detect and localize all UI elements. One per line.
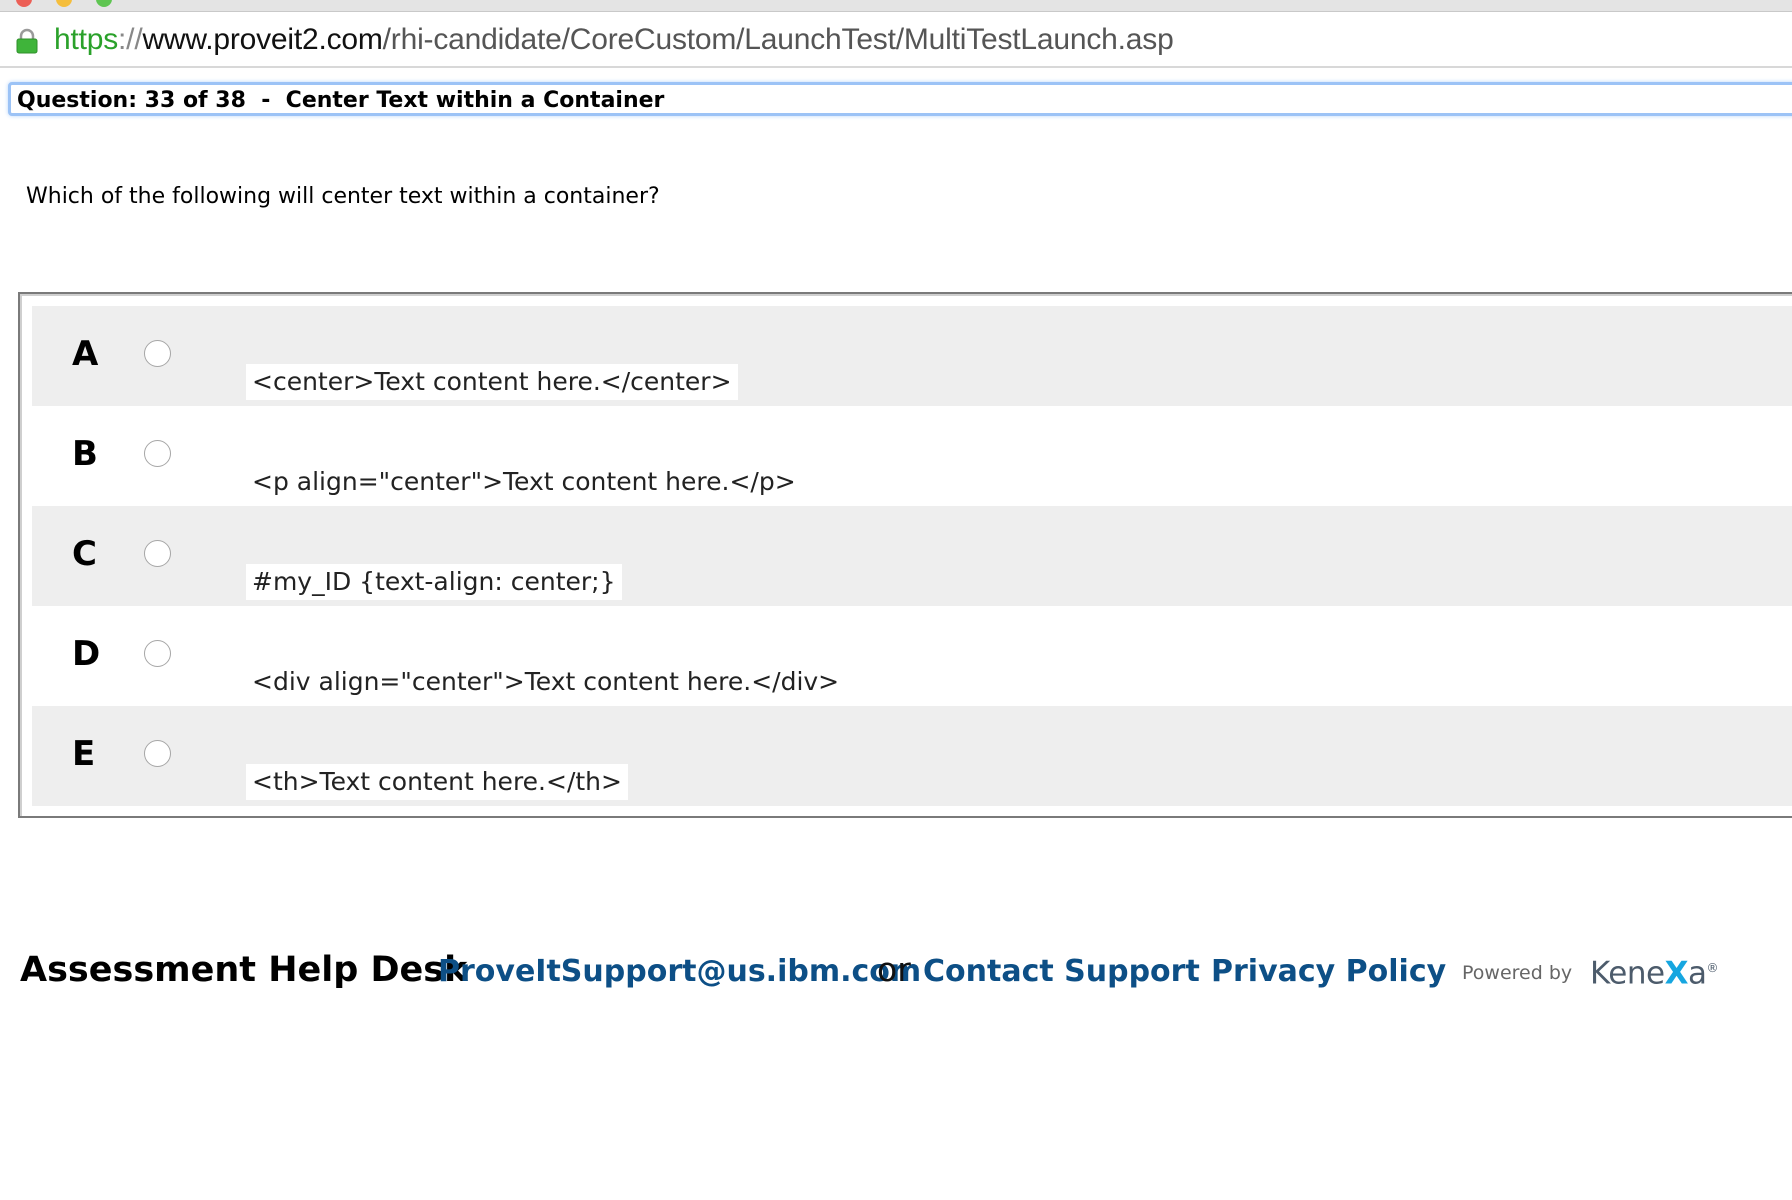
- option-b-radio[interactable]: [144, 440, 171, 467]
- lock-icon: [16, 28, 38, 54]
- option-d-code: <div align="center">Text content here.</…: [252, 667, 840, 696]
- trademark-icon: ®: [1706, 961, 1718, 975]
- option-letter: D: [72, 634, 101, 674]
- option-letter: A: [72, 334, 99, 374]
- help-desk-title: Assessment Help Desk: [20, 950, 468, 990]
- option-b-code: <p align="center">Text content here.</p>: [252, 467, 796, 496]
- answer-option-a[interactable]: A <center>Text content here.</center>: [32, 306, 1792, 406]
- url-text[interactable]: https://www.proveit2.com/rhi-candidate/C…: [54, 22, 1174, 58]
- option-a-radio[interactable]: [144, 340, 171, 367]
- answer-option-d[interactable]: D <div align="center">Text content here.…: [32, 606, 1792, 706]
- answer-option-b[interactable]: B <p align="center">Text content here.</…: [32, 406, 1792, 506]
- question-header-bar: Question: 33 of 38 - Center Text within …: [8, 82, 1792, 116]
- url-separator: ://: [118, 23, 143, 56]
- logo-text-x: X: [1664, 955, 1689, 992]
- option-e-radio[interactable]: [144, 740, 171, 767]
- option-c-code: #my_ID {text-align: center;}: [246, 564, 622, 600]
- url-path: /rhi-candidate/CoreCustom/LaunchTest/Mul…: [382, 23, 1174, 56]
- address-bar[interactable]: https://www.proveit2.com/rhi-candidate/C…: [0, 12, 1792, 68]
- close-window-button[interactable]: [16, 0, 32, 7]
- option-letter: E: [72, 734, 96, 774]
- window-titlebar: [0, 0, 1792, 12]
- support-email-link[interactable]: ProveItSupport@us.ibm.com: [438, 952, 921, 992]
- option-letter: B: [72, 434, 98, 474]
- or-text: or: [877, 950, 911, 989]
- option-e-code: <th>Text content here.</th>: [246, 764, 628, 800]
- contact-support-link[interactable]: Contact Support: [923, 952, 1200, 992]
- zoom-window-button[interactable]: [96, 0, 112, 7]
- logo-text-end: a: [1687, 955, 1707, 992]
- kenexa-logo: KeneXa®: [1590, 946, 1718, 995]
- option-a-code: <center>Text content here.</center>: [246, 364, 738, 400]
- question-header: Question: 33 of 38 - Center Text within …: [17, 88, 665, 113]
- answer-options: A <center>Text content here.</center> B …: [18, 292, 1792, 818]
- answer-option-e[interactable]: E <th>Text content here.</th>: [32, 706, 1792, 806]
- option-letter: C: [72, 534, 97, 574]
- option-d-radio[interactable]: [144, 640, 171, 667]
- answer-option-c[interactable]: C #my_ID {text-align: center;}: [32, 506, 1792, 606]
- url-host: www.proveit2.com: [142, 23, 383, 56]
- question-prompt: Which of the following will center text …: [26, 184, 660, 209]
- url-scheme: https: [54, 23, 119, 56]
- option-c-radio[interactable]: [144, 540, 171, 567]
- privacy-policy-link[interactable]: Privacy Policy: [1211, 952, 1446, 992]
- logo-text-start: Kene: [1590, 955, 1665, 992]
- powered-by-text: Powered by: [1462, 962, 1573, 984]
- minimize-window-button[interactable]: [56, 0, 72, 7]
